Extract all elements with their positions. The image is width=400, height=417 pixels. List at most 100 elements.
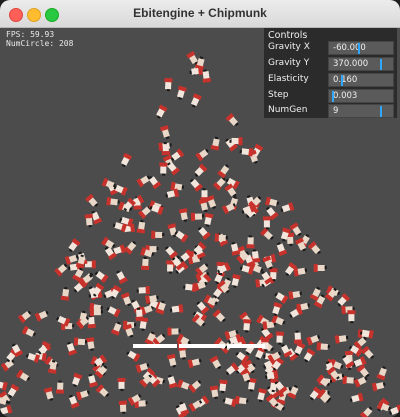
physics-body	[288, 291, 302, 300]
physics-body	[376, 366, 387, 381]
physics-body	[209, 385, 219, 399]
physics-body	[120, 152, 133, 168]
physics-body	[140, 256, 150, 271]
physics-body	[260, 227, 274, 240]
control-row-gravity-y: Gravity Y 370.000	[264, 57, 397, 71]
physics-body	[43, 386, 54, 401]
physics-body	[210, 136, 220, 151]
physics-body	[85, 193, 99, 207]
physics-body	[126, 350, 141, 363]
physics-body	[309, 386, 322, 401]
physics-body	[217, 164, 230, 179]
control-row-numgen: NumGen 9	[264, 104, 397, 118]
physics-body	[316, 342, 330, 351]
physics-body	[0, 404, 13, 415]
physics-body	[275, 331, 284, 345]
gravity-y-slider-handle[interactable]	[380, 59, 382, 70]
physics-body	[276, 242, 288, 257]
physics-body	[239, 148, 254, 157]
physics-body	[197, 226, 211, 241]
physics-body	[110, 321, 122, 336]
physics-body	[242, 318, 252, 333]
physics-body	[257, 388, 267, 403]
physics-body	[156, 104, 168, 119]
gravity-x-value: -60.000	[333, 43, 366, 53]
physics-body	[85, 337, 95, 351]
gravity-x-slider-handle[interactable]	[358, 43, 360, 54]
physics-body	[371, 382, 386, 392]
step-slider[interactable]: 0.003	[328, 89, 394, 103]
physics-body	[73, 337, 88, 346]
physics-body	[159, 162, 168, 176]
physics-body	[194, 163, 208, 177]
physics-body	[89, 308, 103, 317]
physics-body	[246, 235, 255, 249]
controls-panel: Controls Gravity X -60.000 Gravity Y 370…	[264, 28, 397, 118]
floor-segment-middle	[179, 344, 225, 348]
physics-body	[225, 113, 239, 127]
physics-body	[274, 292, 289, 305]
control-row-gravity-x: Gravity X -60.000	[264, 41, 397, 55]
controls-title: Controls	[268, 30, 308, 41]
physics-body	[7, 383, 20, 398]
physics-body	[349, 392, 364, 403]
window-title: Ebitengine + Chipmunk	[133, 6, 267, 20]
gravity-y-slider[interactable]: 370.000	[328, 57, 394, 71]
physics-body	[164, 78, 173, 92]
physics-body	[136, 175, 151, 188]
physics-body	[116, 270, 128, 285]
physics-body	[25, 352, 41, 364]
physics-body	[106, 197, 120, 206]
physics-body	[219, 379, 228, 394]
physics-body	[106, 306, 121, 318]
physics-body	[212, 309, 226, 322]
physics-body	[280, 202, 295, 213]
elasticity-slider[interactable]: 0.160	[328, 73, 394, 87]
physics-body	[195, 148, 209, 162]
step-slider-handle[interactable]	[332, 91, 334, 102]
physics-body	[307, 241, 321, 255]
physics-body	[313, 264, 327, 272]
title-bar: Ebitengine + Chipmunk	[0, 0, 400, 28]
physics-body	[95, 384, 110, 397]
physics-body	[68, 238, 81, 253]
physics-body	[190, 93, 202, 108]
physics-body	[34, 310, 49, 322]
physics-body	[167, 327, 181, 336]
physics-body	[202, 69, 212, 83]
physics-body	[177, 346, 187, 360]
step-value: 0.003	[333, 91, 358, 101]
elasticity-slider-handle[interactable]	[341, 75, 343, 86]
physics-body	[187, 358, 202, 368]
floor-segment-left	[133, 344, 177, 348]
gravity-x-slider[interactable]: -60.000	[328, 41, 394, 55]
step-label: Step	[268, 90, 289, 100]
numgen-slider[interactable]: 9	[328, 104, 394, 118]
physics-body	[118, 400, 127, 414]
physics-body	[225, 362, 240, 376]
physics-body	[176, 379, 192, 390]
control-row-step: Step 0.003	[264, 89, 397, 103]
physics-body	[303, 348, 316, 363]
physics-body	[209, 355, 222, 370]
physics-body	[234, 395, 249, 405]
physics-body	[337, 293, 351, 307]
physics-body	[17, 310, 32, 324]
game-canvas[interactable]: FPS: 59.93 NumCircle: 208 Controls Gravi…	[0, 28, 400, 417]
physics-body	[231, 273, 241, 288]
numgen-slider-handle[interactable]	[380, 106, 382, 117]
physics-body	[353, 376, 368, 388]
physics-body	[136, 286, 150, 295]
physics-body	[94, 271, 109, 284]
physics-body	[72, 372, 83, 388]
physics-body	[178, 208, 188, 222]
physics-body	[151, 230, 165, 239]
physics-body	[183, 283, 197, 292]
physics-body	[148, 175, 162, 190]
physics-body	[177, 85, 187, 100]
floor-segment-right	[227, 344, 265, 348]
physics-body	[84, 213, 93, 228]
control-row-elasticity: Elasticity 0.160	[264, 73, 397, 87]
physics-body	[136, 219, 146, 234]
physics-body	[117, 377, 126, 391]
